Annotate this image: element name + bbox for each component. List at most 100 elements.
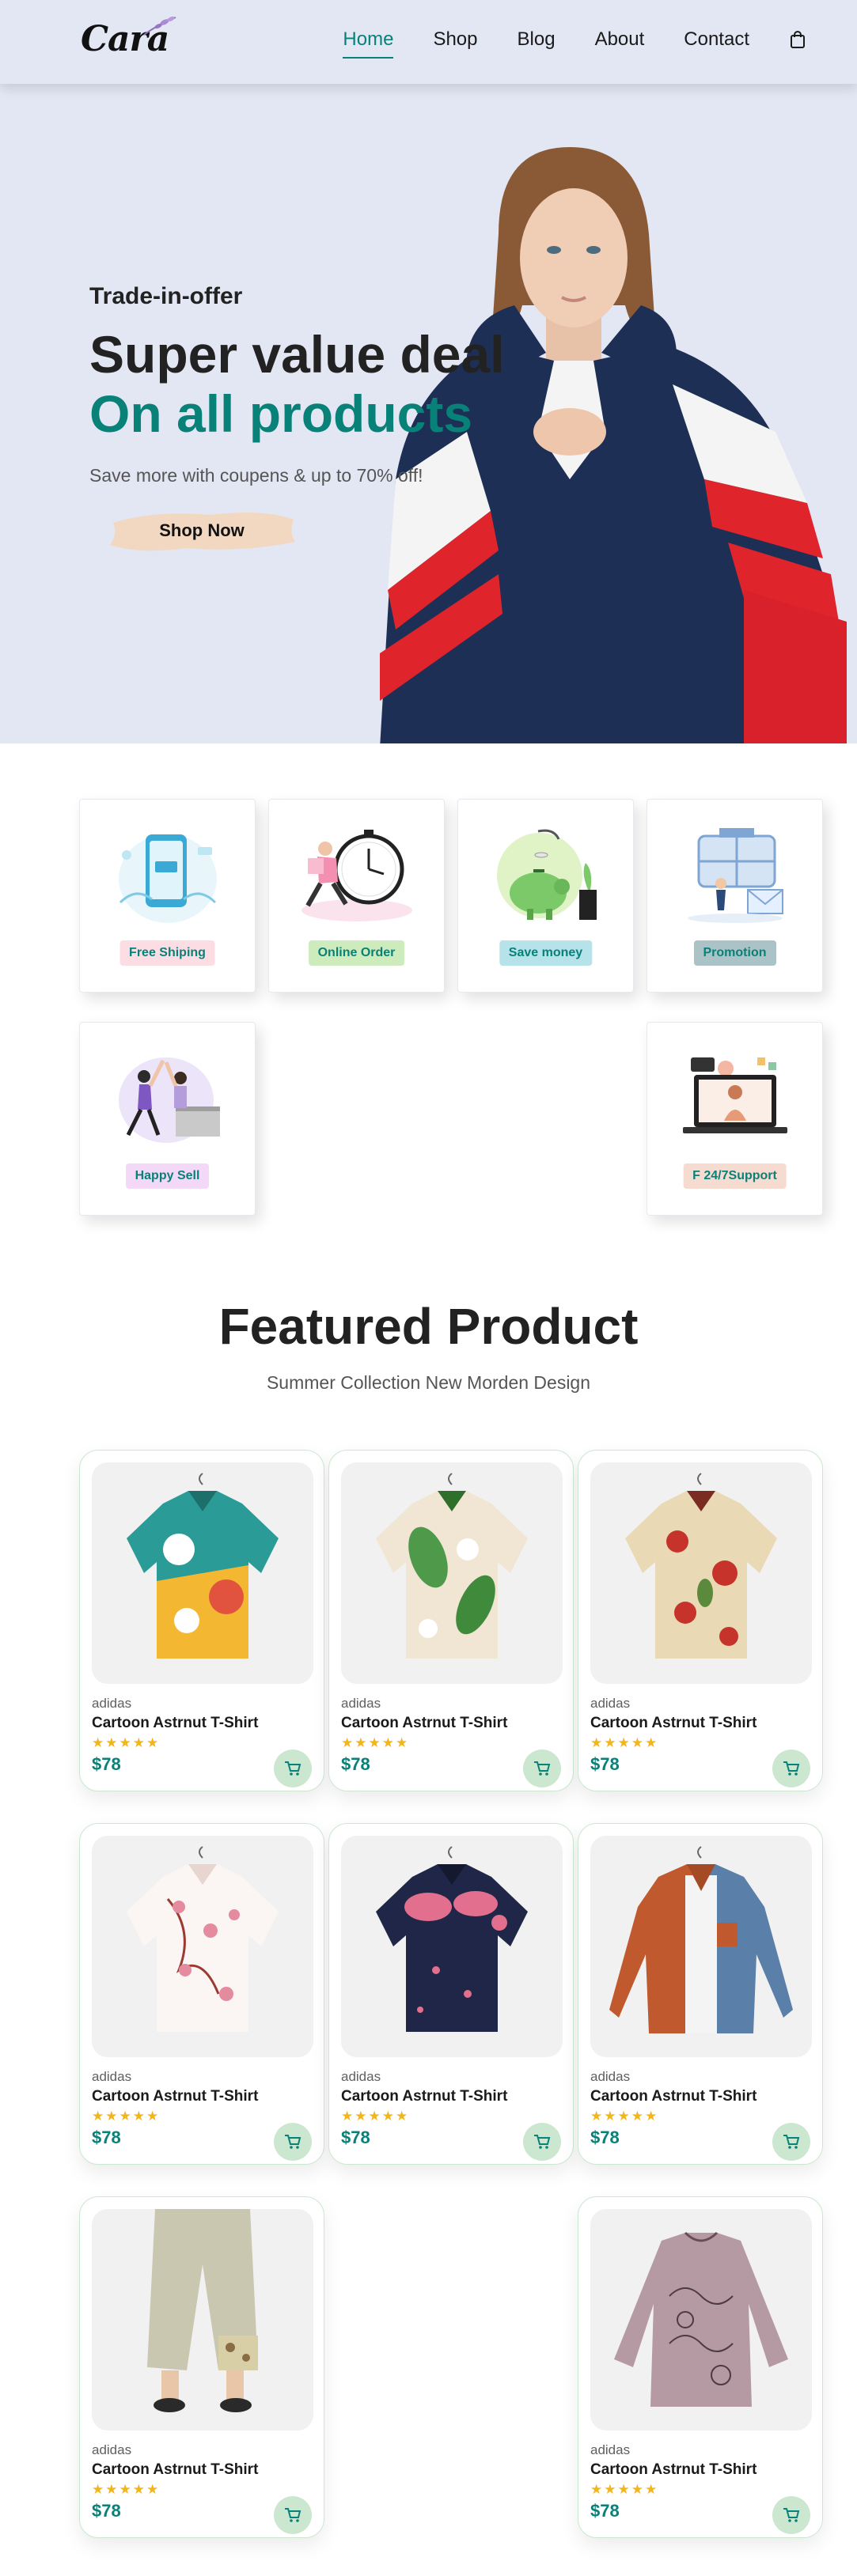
add-to-cart-button[interactable] [523,2123,561,2161]
cart-icon [783,1761,800,1776]
add-to-cart-button[interactable] [274,2496,312,2534]
feature-box-online-order[interactable]: Online Order [268,799,445,993]
feature-tag: Save money [499,940,593,966]
nav-shop[interactable]: Shop [433,28,477,51]
hero-text: Trade-in-offer Super value deal On all p… [89,283,580,554]
product-brand: adidas [590,2069,631,2084]
product-name: Cartoon Astrnut T-Shirt [590,2088,757,2105]
shirt-image [376,1473,528,1659]
shirt-image [127,1846,279,2032]
cart-icon [285,2135,301,2149]
rating-stars-icon: ★★★★★ [92,2482,161,2497]
logo[interactable]: Cara [79,14,182,70]
nav-contact[interactable]: Contact [684,28,749,51]
jacket-image [609,1846,793,2033]
product-name: Cartoon Astrnut T-Shirt [341,2088,508,2105]
rating-stars-icon: ★★★★★ [341,1735,410,1750]
hero-title-accent: On all products [89,384,473,444]
product-card[interactable]: adidas Cartoon Astrnut T-Shirt ★★★★★ $78 [578,1450,823,1791]
nav-blog[interactable]: Blog [518,28,556,51]
rating-stars-icon: ★★★★★ [590,2109,659,2124]
lavender-icon [143,16,176,36]
rating-stars-icon: ★★★★★ [341,2109,410,2124]
cart-icon [783,2135,800,2149]
add-to-cart-button[interactable] [274,2123,312,2161]
product-card[interactable]: adidas Cartoon Astrnut T-Shirt ★★★★★ $78 [578,1823,823,2165]
product-name: Cartoon Astrnut T-Shirt [92,2461,259,2478]
feature-tag: Free Shiping [119,940,215,966]
feature-box-happy-sell[interactable]: Happy Sell [79,1022,256,1216]
cart-icon [285,2508,301,2522]
shirt-image [127,1473,279,1659]
shopping-bag-icon[interactable] [789,30,806,49]
feature-tag: Online Order [308,940,405,966]
product-brand: adidas [590,2442,631,2457]
rating-stars-icon: ★★★★★ [92,2109,161,2124]
add-to-cart-button[interactable] [523,1749,561,1787]
feature-box-save-money[interactable]: Save money [457,799,634,993]
product-card[interactable]: adidas Cartoon Astrnut T-Shirt ★★★★★ $78 [328,1450,574,1791]
clock-runner-illustration [301,830,412,921]
product-image [92,2209,313,2430]
product-card[interactable]: adidas Cartoon Astrnut T-Shirt ★★★★★ $78 [79,2196,324,2538]
feature-box-promotion[interactable]: Promotion [647,799,823,993]
add-to-cart-button[interactable] [772,2123,810,2161]
product-brand: adidas [341,1696,381,1711]
product-card[interactable]: adidas Cartoon Astrnut T-Shirt ★★★★★ $78 [328,1823,574,2165]
feature-box-support[interactable]: F 24/7Support [647,1022,823,1216]
product-price: $78 [341,2128,370,2147]
cart-icon [783,2508,800,2522]
blouse-image [614,2231,788,2407]
cart-icon [285,1761,301,1776]
product-name: Cartoon Astrnut T-Shirt [590,2461,757,2478]
product-brand: adidas [590,1696,631,1711]
product-price: $78 [341,1754,370,1774]
product-price: $78 [92,2501,121,2521]
product-card[interactable]: adidas Cartoon Astrnut T-Shirt ★★★★★ $78 [79,1450,324,1791]
piggy-bank-illustration [497,829,597,920]
high-five-illustration [119,1057,220,1143]
nav-home[interactable]: Home [343,28,394,59]
nav-about[interactable]: About [595,28,645,51]
product-image [92,1836,313,2057]
main-nav: Home Shop Blog About Contact [303,28,806,59]
product-brand: adidas [92,2069,132,2084]
rating-stars-icon: ★★★★★ [92,1735,161,1750]
site-header: Cara Home Shop Blog About Contact [0,0,857,84]
product-name: Cartoon Astrnut T-Shirt [341,1715,508,1731]
add-to-cart-button[interactable] [772,1749,810,1787]
feature-tag: Happy Sell [125,1163,210,1189]
add-to-cart-button[interactable] [772,2496,810,2534]
product-image [341,1836,563,2057]
product-card[interactable]: adidas Cartoon Astrnut T-Shirt ★★★★★ $78 [79,1823,324,2165]
rating-stars-icon: ★★★★★ [590,2482,659,2497]
product-brand: adidas [92,2442,132,2457]
product-image [92,1462,313,1684]
cart-icon [534,2135,551,2149]
feature-box-free-shipping[interactable]: Free Shiping [79,799,256,993]
feature-tag: Promotion [693,940,776,966]
shirt-image [625,1473,777,1659]
hero-kicker: Trade-in-offer [89,283,243,309]
product-card[interactable]: adidas Cartoon Astrnut T-Shirt ★★★★★ $78 [578,2196,823,2538]
product-image [590,1836,812,2057]
rating-stars-icon: ★★★★★ [590,1735,659,1750]
cart-icon [534,1761,551,1776]
product-price: $78 [92,2128,121,2147]
product-brand: adidas [92,1696,132,1711]
shop-now-button[interactable]: Shop Now [107,507,297,554]
featured-subtitle: Summer Collection New Morden Design [266,1372,591,1393]
shop-now-label: Shop Now [159,520,245,540]
product-price: $78 [590,2501,620,2521]
shirt-image [376,1846,528,2032]
product-name: Cartoon Astrnut T-Shirt [590,1715,757,1731]
phone-delivery-illustration [119,834,217,923]
featured-title: Featured Product [218,1298,639,1355]
hero-banner: Trade-in-offer Super value deal On all p… [0,84,857,743]
pants-image [147,2209,258,2412]
add-to-cart-button[interactable] [274,1749,312,1787]
product-image [590,2209,812,2430]
hero-title: Super value deal [89,325,505,384]
product-name: Cartoon Astrnut T-Shirt [92,1715,259,1731]
product-brand: adidas [341,2069,381,2084]
